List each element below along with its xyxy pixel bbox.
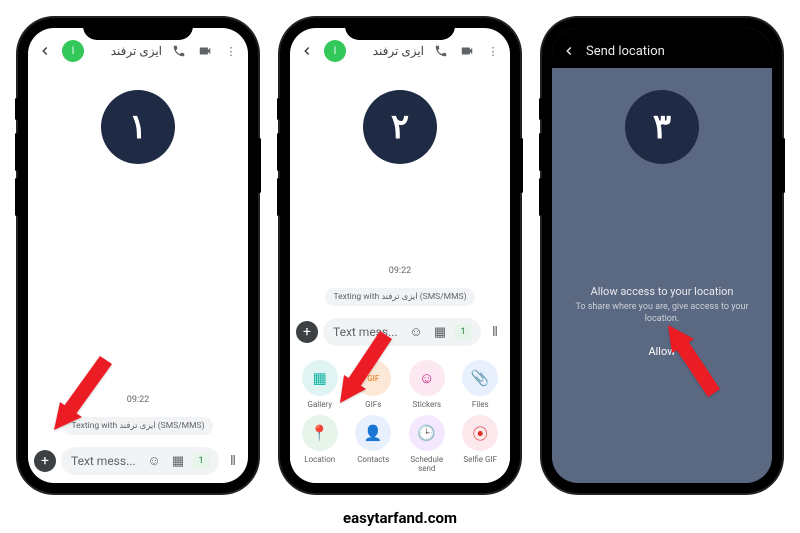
files-icon: 📎 <box>462 360 498 396</box>
attribution: easytarfand.com <box>0 509 800 527</box>
video-icon[interactable] <box>196 42 214 60</box>
contact-avatar[interactable]: ا <box>62 40 84 62</box>
stickers-icon: ☺ <box>409 360 445 396</box>
phone-frame-2: ا ایزی ترفند ⋮ ۲ 09:22 Texting with ایزی… <box>280 18 520 493</box>
annotation-arrow <box>662 321 722 405</box>
attach-button[interactable]: + <box>296 321 318 343</box>
contact-name[interactable]: ایزی ترفند <box>92 44 162 58</box>
info-chip: Texting with ایزی ترفند (SMS/MMS) <box>325 288 474 306</box>
sim-indicator[interactable]: 1 <box>193 453 209 469</box>
voice-icon[interactable]: ⦀ <box>486 325 504 340</box>
back-button[interactable] <box>560 42 578 60</box>
attachment-panel: ▦GalleryGIFGIFs☺Stickers📎Files📍Location👤… <box>290 354 510 483</box>
notch <box>83 18 193 40</box>
back-button[interactable] <box>36 42 54 60</box>
attachment-label: Files <box>472 400 489 409</box>
location-icon: 📍 <box>302 415 338 451</box>
attachment-contacts[interactable]: 👤 Contacts <box>348 415 400 473</box>
call-icon[interactable] <box>432 42 450 60</box>
call-icon[interactable] <box>170 42 188 60</box>
compose-bar: + Text mess... ☺ ▦ 1 ⦀ <box>28 441 248 483</box>
back-button[interactable] <box>298 42 316 60</box>
step-number: ۲ <box>363 90 437 164</box>
emoji-icon[interactable]: ☺ <box>407 324 425 340</box>
contact-name[interactable]: ایزی ترفند <box>354 44 424 58</box>
phone-frame-1: ا ایزی ترفند ⋮ ۱ 09:22 Texting with ایزی… <box>18 18 258 493</box>
gallery-shortcut-icon[interactable]: ▦ <box>431 325 449 340</box>
notch <box>345 18 455 40</box>
selfie-gif-icon: ⦿ <box>462 415 498 451</box>
contact-avatar[interactable]: ا <box>324 40 346 62</box>
annotation-arrow <box>46 350 116 439</box>
attachment-files[interactable]: 📎 Files <box>455 360 507 409</box>
attachment-label: Location <box>304 455 335 464</box>
sim-indicator[interactable]: 1 <box>455 324 471 340</box>
notch <box>607 18 717 40</box>
message-area: 09:22 Texting with ایزی ترفند (SMS/MMS) <box>290 164 510 312</box>
message-input[interactable]: Text mess... ☺ ▦ 1 <box>61 447 219 475</box>
attachment-label: Selfie GIF <box>463 455 497 464</box>
schedule-send-icon: 🕒 <box>409 415 445 451</box>
voice-icon[interactable]: ⦀ <box>224 454 242 469</box>
attach-button[interactable]: + <box>34 450 56 472</box>
attachment-location[interactable]: 📍 Location <box>294 415 346 473</box>
attachment-label: Stickers <box>412 400 441 409</box>
annotation-arrow <box>334 327 394 411</box>
timestamp: 09:22 <box>298 266 502 276</box>
gallery-icon: ▦ <box>302 360 338 396</box>
attachment-label: Contacts <box>357 455 389 464</box>
contacts-icon: 👤 <box>355 415 391 451</box>
attachment-schedule-send[interactable]: 🕒 Schedule send <box>401 415 453 473</box>
attachment-label: Schedule send <box>401 455 453 473</box>
placeholder: Text mess... <box>71 454 139 468</box>
attachment-label: Gallery <box>308 400 333 409</box>
permission-title: Allow access to your location <box>591 285 734 298</box>
compose-bar: + Text mess... ☺ ▦ 1 ⦀ <box>290 312 510 354</box>
step-number: ۳ <box>625 90 699 164</box>
more-icon[interactable]: ⋮ <box>222 42 240 60</box>
step-number: ۱ <box>101 90 175 164</box>
attachment-stickers[interactable]: ☺ Stickers <box>401 360 453 409</box>
emoji-icon[interactable]: ☺ <box>145 453 163 469</box>
screen-title: Send location <box>586 44 764 59</box>
video-icon[interactable] <box>458 42 476 60</box>
gallery-shortcut-icon[interactable]: ▦ <box>169 454 187 469</box>
attachment-selfie-gif[interactable]: ⦿ Selfie GIF <box>455 415 507 473</box>
more-icon[interactable]: ⋮ <box>484 42 502 60</box>
phone-frame-3: Send location ۳ Allow access to your loc… <box>542 18 782 493</box>
